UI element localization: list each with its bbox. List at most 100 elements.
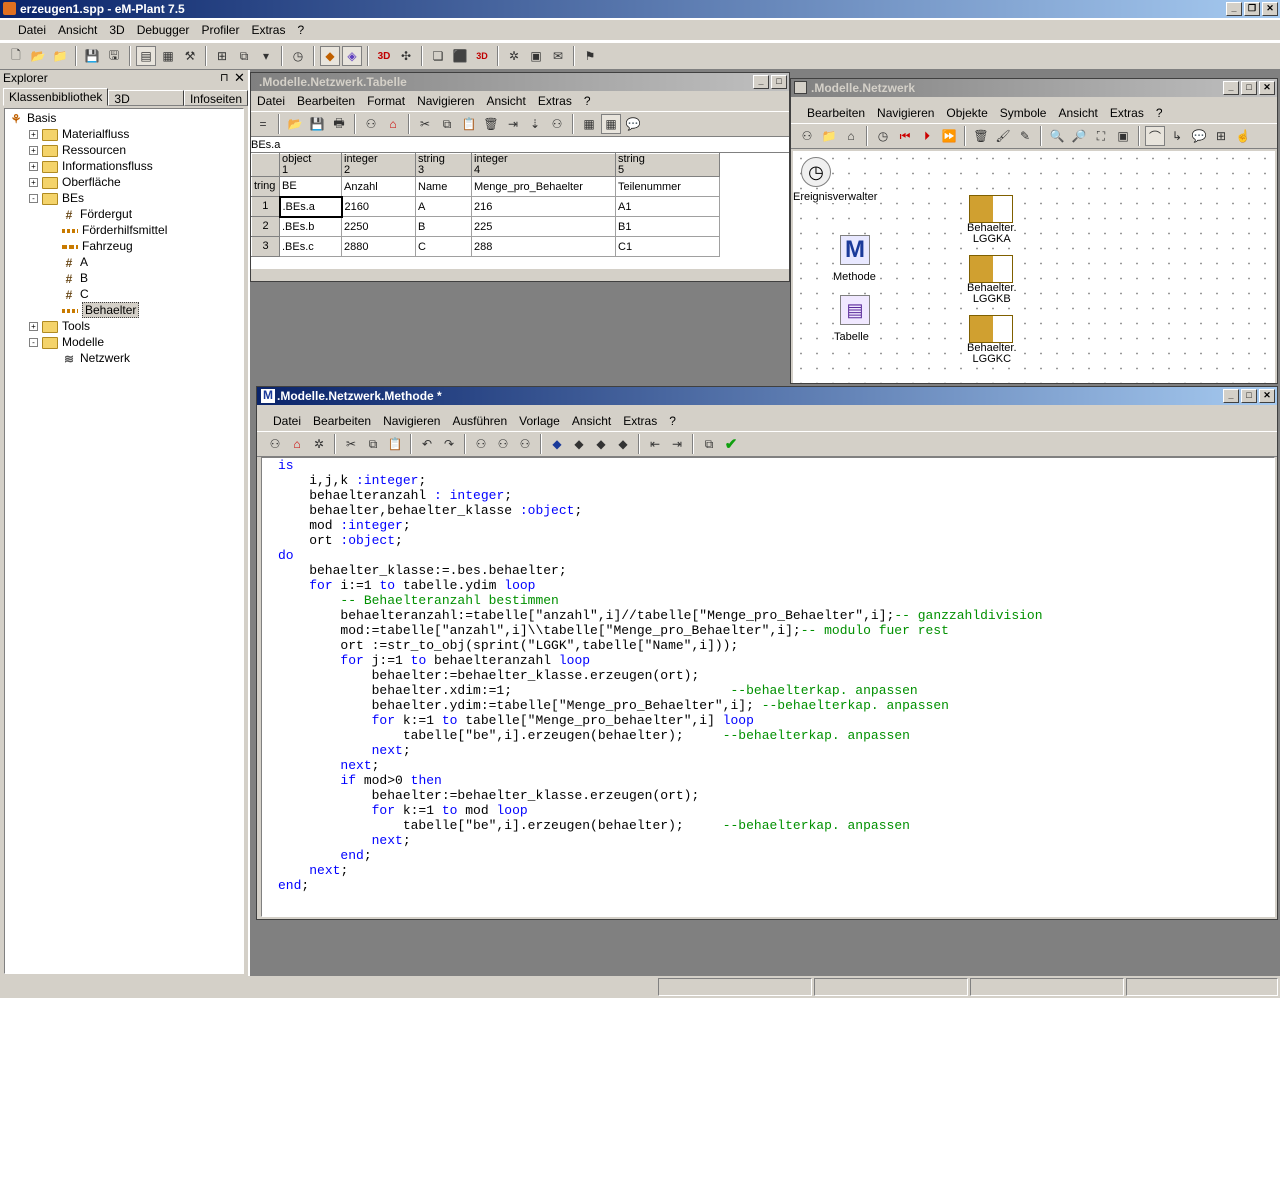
new-icon[interactable]: 🗋 — [6, 46, 26, 66]
bug-icon[interactable]: ✲ — [309, 434, 329, 454]
tabelle-menu-4[interactable]: Ansicht — [480, 91, 531, 111]
code-line[interactable]: for k:=1 to mod loop — [278, 803, 1274, 818]
report-icon[interactable]: ✉ — [548, 46, 568, 66]
step-over-icon[interactable]: ◆ — [591, 434, 611, 454]
animation-icon[interactable]: ◈ — [342, 46, 362, 66]
expand-icon[interactable]: + — [29, 178, 38, 188]
restore-button[interactable]: ❐ — [1244, 2, 1260, 16]
tree-item[interactable]: # A — [5, 254, 243, 270]
tabelle-minimize-button[interactable]: _ — [753, 75, 769, 89]
tree-item[interactable]: Fahrzeug — [5, 238, 243, 254]
network-icon[interactable]: ⊞ — [212, 46, 232, 66]
binoculars-icon[interactable]: ⚇ — [361, 114, 381, 134]
netzwerk-menu-5[interactable]: Extras — [1104, 103, 1150, 123]
column-header[interactable]: integer 2 — [341, 153, 416, 177]
rewind-icon[interactable]: ⏮ — [895, 126, 915, 146]
open-folder-icon[interactable]: 📁 — [50, 46, 70, 66]
main-menu-0[interactable]: Datei — [12, 20, 52, 40]
code-line[interactable]: ort :object; — [278, 533, 1274, 548]
table-cell[interactable]: 225 — [471, 216, 616, 237]
netzwerk-minimize-button[interactable]: _ — [1223, 81, 1239, 95]
table-cell[interactable]: 2250 — [341, 216, 416, 237]
code-line[interactable]: end; — [278, 878, 1274, 893]
copy-icon[interactable]: ⧉ — [363, 434, 383, 454]
help-icon[interactable]: ⚑ — [580, 46, 600, 66]
close-button[interactable]: ✕ — [1262, 2, 1278, 16]
zoom-in-icon[interactable]: 🔍 — [1047, 126, 1067, 146]
debug-icon[interactable]: ◆ — [320, 46, 340, 66]
container-icon-lggka[interactable] — [969, 195, 1013, 223]
code-line[interactable]: ort :=str_to_obj(sprint("LGGK",tabelle["… — [278, 638, 1274, 653]
tree-item[interactable]: # Fördergut — [5, 206, 243, 222]
play-icon[interactable]: ⏵ — [917, 126, 937, 146]
console-icon[interactable]: ▦ — [158, 46, 178, 66]
cut-icon[interactable]: ✂ — [415, 114, 435, 134]
container-icon-lggkc[interactable] — [969, 315, 1013, 343]
column-name[interactable]: BE — [279, 176, 342, 197]
paste-icon[interactable]: 📋 — [385, 434, 405, 454]
tree-item[interactable]: ⚘ Basis — [5, 110, 243, 126]
table-cell[interactable]: A — [415, 196, 472, 217]
frame-icon[interactable]: ▣ — [1113, 126, 1133, 146]
save-icon[interactable]: 💾 — [307, 114, 327, 134]
grid-icon[interactable]: ⊞ — [1211, 126, 1231, 146]
insert-row-icon[interactable]: ⇥ — [503, 114, 523, 134]
delete-icon[interactable]: 🗑 — [971, 126, 991, 146]
indent-icon[interactable]: ⇤ — [645, 434, 665, 454]
code-line[interactable]: tabelle["be",i].erzeugen(behaelter); --b… — [278, 818, 1274, 833]
code-line[interactable]: for j:=1 to behaelteranzahl loop — [278, 653, 1274, 668]
tabelle-menu-2[interactable]: Format — [361, 91, 411, 111]
netzwerk-menu-6[interactable]: ? — [1150, 103, 1169, 123]
netzwerk-menu-3[interactable]: Symbole — [994, 103, 1053, 123]
replace-icon[interactable]: ⚇ — [515, 434, 535, 454]
print-icon[interactable]: 🖶 — [329, 114, 349, 134]
collapse-icon[interactable]: - — [29, 194, 38, 204]
binoculars-icon[interactable]: ⚇ — [265, 434, 285, 454]
save-all-icon[interactable]: 🖫 — [104, 46, 124, 66]
connector-icon[interactable]: ⌒ — [1145, 126, 1165, 146]
open-icon[interactable]: 📂 — [28, 46, 48, 66]
tree-item[interactable]: + Informationsfluss — [5, 158, 243, 174]
table-cell[interactable]: B — [415, 216, 472, 237]
3d-log-icon[interactable]: 3D — [472, 46, 492, 66]
hand-icon[interactable]: ☝ — [1233, 126, 1253, 146]
expand-icon[interactable]: + — [29, 322, 38, 332]
open-icon[interactable]: 📂 — [285, 114, 305, 134]
main-menu-5[interactable]: Extras — [245, 20, 291, 40]
code-line[interactable]: for k:=1 to tabelle["Menge_pro_behaelter… — [278, 713, 1274, 728]
tabelle-menu-3[interactable]: Navigieren — [411, 91, 480, 111]
template-icon[interactable]: ⧉ — [699, 434, 719, 454]
tabelle-menu-5[interactable]: Extras — [532, 91, 578, 111]
explorer-close-icon[interactable]: ✕ — [234, 70, 245, 86]
grid-icon[interactable]: ▦ — [601, 114, 621, 134]
binoculars-icon[interactable]: ⚇ — [797, 126, 817, 146]
minimize-button[interactable]: _ — [1226, 2, 1242, 16]
fast-forward-icon[interactable]: ⏩ — [939, 126, 959, 146]
apply-check-icon[interactable]: ✔ — [721, 434, 741, 454]
methode-menu-6[interactable]: Extras — [617, 411, 663, 431]
insert-col-icon[interactable]: ⇣ — [525, 114, 545, 134]
methode-menu-4[interactable]: Vorlage — [513, 411, 566, 431]
methode-menu-7[interactable]: ? — [663, 411, 682, 431]
table-cell[interactable]: .BEs.c — [279, 236, 342, 257]
methode-menu-1[interactable]: Bearbeiten — [307, 411, 377, 431]
column-header[interactable]: integer 4 — [471, 153, 616, 177]
tab-klassenbibliothek[interactable]: Klassenbibliothek — [3, 88, 109, 106]
clock-icon[interactable]: ◷ — [873, 126, 893, 146]
home-icon[interactable]: ⌂ — [287, 434, 307, 454]
code-line[interactable]: behaelter.ydim:=tabelle["Menge_pro_Behae… — [278, 698, 1274, 713]
code-line[interactable]: behaelter:=behaelter_klasse.erzeugen(ort… — [278, 788, 1274, 803]
code-line[interactable]: mod :integer; — [278, 518, 1274, 533]
tools-icon[interactable]: ⚒ — [180, 46, 200, 66]
cell-reference[interactable]: BEs.a — [251, 137, 789, 153]
tree-item[interactable]: + Materialfluss — [5, 126, 243, 142]
tabelle-menu-1[interactable]: Bearbeiten — [291, 91, 361, 111]
tree-item[interactable]: Behaelter — [5, 302, 243, 318]
methode-minimize-button[interactable]: _ — [1223, 389, 1239, 403]
zoom-fit-icon[interactable]: ⛶ — [1091, 126, 1111, 146]
cut-icon[interactable]: ✂ — [341, 434, 361, 454]
tabelle-menu-0[interactable]: Datei — [251, 91, 291, 111]
netzwerk-close-button[interactable]: ✕ — [1259, 81, 1275, 95]
brush-icon[interactable]: 🖌 — [993, 126, 1013, 146]
code-line[interactable]: do — [278, 548, 1274, 563]
